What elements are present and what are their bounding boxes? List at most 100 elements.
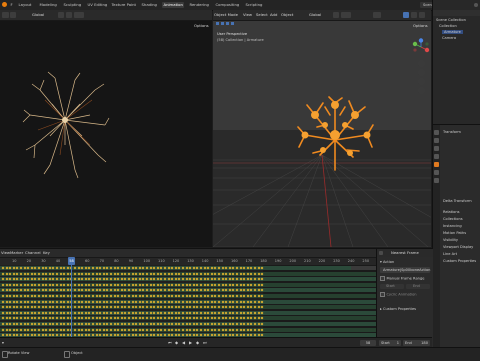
- keyframe-dot[interactable]: [123, 322, 127, 326]
- menu-key[interactable]: Key: [43, 250, 50, 256]
- keyframe-dot[interactable]: [51, 277, 55, 281]
- solid-shading-icon[interactable]: [403, 12, 409, 18]
- keyframe-dot[interactable]: [37, 305, 41, 309]
- keyframe-dot[interactable]: [217, 288, 221, 292]
- keyframe-dot[interactable]: [116, 316, 120, 320]
- keyframe-dot[interactable]: [199, 322, 203, 326]
- keyframe-dot[interactable]: [105, 283, 109, 287]
- keyframe-dot[interactable]: [116, 266, 120, 270]
- keyframe-dot[interactable]: [55, 300, 59, 304]
- keyframe-dot[interactable]: [253, 328, 257, 332]
- keyframe-dot[interactable]: [242, 305, 246, 309]
- keyframe-dot[interactable]: [221, 322, 225, 326]
- menu-file[interactable]: F: [9, 2, 14, 8]
- keyframe-dot[interactable]: [163, 316, 167, 320]
- keyframe-dot[interactable]: [37, 272, 41, 276]
- keyframe-dot[interactable]: [163, 305, 167, 309]
- end-frame-field[interactable]: End 180: [403, 340, 430, 346]
- keyframe-dot[interactable]: [26, 294, 30, 298]
- keyframe-dot[interactable]: [242, 300, 246, 304]
- keyframe-dot[interactable]: [44, 294, 48, 298]
- keyframe-dot[interactable]: [91, 283, 95, 287]
- keyframe-dot[interactable]: [73, 311, 77, 315]
- keyframe-dot[interactable]: [127, 272, 131, 276]
- keyframe-dot[interactable]: [217, 322, 221, 326]
- keyframe-dot[interactable]: [87, 311, 91, 315]
- keyframe-dot[interactable]: [181, 272, 185, 276]
- keyframe-dot[interactable]: [163, 272, 167, 276]
- keyframe-dot[interactable]: [8, 316, 12, 320]
- keyframe-dot[interactable]: [145, 316, 149, 320]
- keyframe-dot[interactable]: [1, 283, 5, 287]
- keyframe-dot[interactable]: [51, 322, 55, 326]
- keyframe-dot[interactable]: [55, 272, 59, 276]
- keyframe-dot[interactable]: [167, 294, 171, 298]
- keyframe-dot[interactable]: [231, 322, 235, 326]
- keyframe-dot[interactable]: [123, 283, 127, 287]
- keyframe-dot[interactable]: [170, 316, 174, 320]
- keyframe-dot[interactable]: [73, 277, 77, 281]
- keyframe-dot[interactable]: [152, 294, 156, 298]
- keyframe-dot[interactable]: [145, 294, 149, 298]
- keyframe-dot[interactable]: [98, 272, 102, 276]
- blender-logo-icon[interactable]: [2, 2, 7, 7]
- keyframe-dot[interactable]: [195, 305, 199, 309]
- keyframe-dot[interactable]: [224, 294, 228, 298]
- keyframe-dot[interactable]: [253, 283, 257, 287]
- keyframe-dot[interactable]: [105, 322, 109, 326]
- keyframe-dot[interactable]: [203, 322, 207, 326]
- current-frame-field[interactable]: 58: [360, 340, 376, 346]
- next-keyframe-icon[interactable]: ◆: [196, 340, 201, 346]
- keyframe-dot[interactable]: [109, 305, 113, 309]
- keyframe-dot[interactable]: [260, 311, 264, 315]
- keyframe-dot[interactable]: [231, 311, 235, 315]
- keyframe-dot[interactable]: [163, 277, 167, 281]
- keyframe-dot[interactable]: [91, 277, 95, 281]
- keyframe-dot[interactable]: [59, 266, 63, 270]
- keyframe-dot[interactable]: [80, 305, 84, 309]
- keyframe-dot[interactable]: [195, 322, 199, 326]
- keyframe-dot[interactable]: [163, 266, 167, 270]
- keyframe-dot[interactable]: [145, 288, 149, 292]
- keyframe-dot[interactable]: [8, 283, 12, 287]
- keyframe-dot[interactable]: [149, 294, 153, 298]
- right-viewport[interactable]: Object Mode View Select Add Object Globa…: [213, 10, 431, 247]
- keyframe-channel-row[interactable]: [0, 266, 376, 270]
- keyframe-dot[interactable]: [235, 266, 239, 270]
- keyframe-channel-row[interactable]: [0, 299, 376, 304]
- keyframe-dot[interactable]: [260, 305, 264, 309]
- keyframe-dot[interactable]: [188, 328, 192, 332]
- keyframe-dot[interactable]: [26, 272, 30, 276]
- keyframe-dot[interactable]: [235, 277, 239, 281]
- keyframe-dot[interactable]: [8, 305, 12, 309]
- keyframe-dot[interactable]: [253, 322, 257, 326]
- keyframe-dot[interactable]: [87, 277, 91, 281]
- keyframe-dot[interactable]: [152, 311, 156, 315]
- keyframe-dot[interactable]: [181, 300, 185, 304]
- keyframe-dot[interactable]: [15, 283, 19, 287]
- keyframe-dot[interactable]: [51, 266, 55, 270]
- keyframe-dot[interactable]: [127, 288, 131, 292]
- keyframe-dot[interactable]: [62, 288, 66, 292]
- object-mode-dropdown[interactable]: Object Mode: [214, 12, 238, 18]
- keyframe-dot[interactable]: [26, 328, 30, 332]
- keyframe-dot[interactable]: [62, 300, 66, 304]
- keyframe-dot[interactable]: [217, 328, 221, 332]
- keyframe-dot[interactable]: [105, 266, 109, 270]
- keyframe-dot[interactable]: [163, 288, 167, 292]
- keyframe-dot[interactable]: [73, 316, 77, 320]
- keyframe-dot[interactable]: [177, 294, 181, 298]
- menu-view-timeline[interactable]: View: [1, 250, 10, 256]
- keyframe-dot[interactable]: [249, 294, 253, 298]
- keyframe-dot[interactable]: [8, 266, 12, 270]
- keyframe-dot[interactable]: [134, 300, 138, 304]
- keyframe-dot[interactable]: [170, 300, 174, 304]
- keyframe-dot[interactable]: [206, 300, 210, 304]
- keyframe-dot[interactable]: [15, 311, 19, 315]
- keyframe-dot[interactable]: [152, 300, 156, 304]
- right-options[interactable]: Options: [413, 23, 428, 29]
- keyframe-dot[interactable]: [19, 272, 23, 276]
- keyframe-dot[interactable]: [109, 311, 113, 315]
- keyframe-dot[interactable]: [105, 277, 109, 281]
- keyframe-dot[interactable]: [159, 277, 163, 281]
